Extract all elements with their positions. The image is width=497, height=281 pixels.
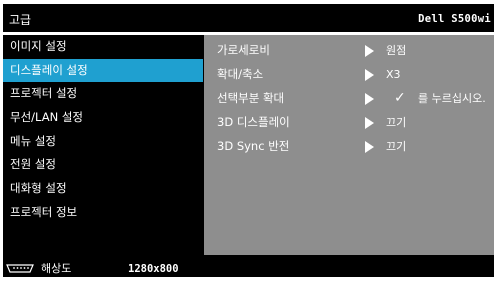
setting-value: 끄기 — [386, 116, 407, 129]
setting-label: 선택부분 확대 — [217, 91, 285, 105]
sidebar-item-power-settings[interactable]: 전원 설정 — [3, 153, 203, 177]
sidebar-item-wireless-lan-settings[interactable]: 무선/LAN 설정 — [3, 106, 203, 130]
setting-value: 를 누르십시오. — [418, 92, 486, 105]
setting-value: 원점 — [386, 44, 407, 57]
arrow-right-icon[interactable] — [365, 117, 374, 129]
sidebar-item-projector-settings[interactable]: 프로젝터 설정 — [3, 82, 203, 106]
setting-row-zoom-navigation[interactable]: 선택부분 확대 ✓ 를 누르십시오. — [204, 87, 494, 110]
status-bar: 해상도 1280x800 — [3, 261, 494, 277]
setting-label: 확대/축소 — [217, 67, 264, 81]
arrow-right-icon[interactable] — [365, 45, 374, 57]
setting-value: X3 — [386, 68, 401, 81]
arrow-right-icon[interactable] — [365, 93, 374, 105]
setting-label: 3D Sync 반전 — [217, 139, 290, 153]
setting-row-3d-display[interactable]: 3D 디스플레이 끄기 — [204, 111, 494, 134]
setting-label: 3D 디스플레이 — [217, 115, 290, 129]
resolution-value: 1280x800 — [128, 263, 179, 275]
arrow-right-icon[interactable] — [365, 141, 374, 153]
settings-panel: 가로세로비 원점 확대/축소 X3 선택부분 확대 ✓ 를 누르십시오. 3D … — [204, 35, 494, 255]
sidebar-item-display-settings[interactable]: 디스플레이 설정 — [3, 58, 203, 83]
sidebar-item-image-settings[interactable]: 이미지 설정 — [3, 35, 203, 59]
setting-row-3d-sync-invert[interactable]: 3D Sync 반전 끄기 — [204, 135, 494, 158]
arrow-right-icon[interactable] — [365, 69, 374, 81]
setting-row-zoom[interactable]: 확대/축소 X3 — [204, 63, 494, 86]
vga-input-icon — [6, 264, 34, 273]
setting-label: 가로세로비 — [217, 43, 270, 57]
sidebar-item-menu-settings[interactable]: 메뉴 설정 — [3, 130, 203, 154]
osd-menu: 고급 Dell S500wi 이미지 설정 디스플레이 설정 프로젝터 설정 무… — [3, 4, 494, 277]
model-name: Dell S500wi — [418, 13, 491, 25]
setting-value: 끄기 — [386, 140, 407, 153]
menu-title: 고급 — [9, 13, 32, 27]
sidebar-item-projector-info[interactable]: 프로젝터 정보 — [3, 201, 203, 225]
resolution-label: 해상도 — [41, 262, 72, 275]
setting-row-aspect-ratio[interactable]: 가로세로비 원점 — [204, 39, 494, 62]
sidebar-item-interactive-settings[interactable]: 대화형 설정 — [3, 177, 203, 201]
check-icon: ✓ — [394, 90, 406, 106]
sidebar: 이미지 설정 디스플레이 설정 프로젝터 설정 무선/LAN 설정 메뉴 설정 … — [3, 35, 203, 225]
